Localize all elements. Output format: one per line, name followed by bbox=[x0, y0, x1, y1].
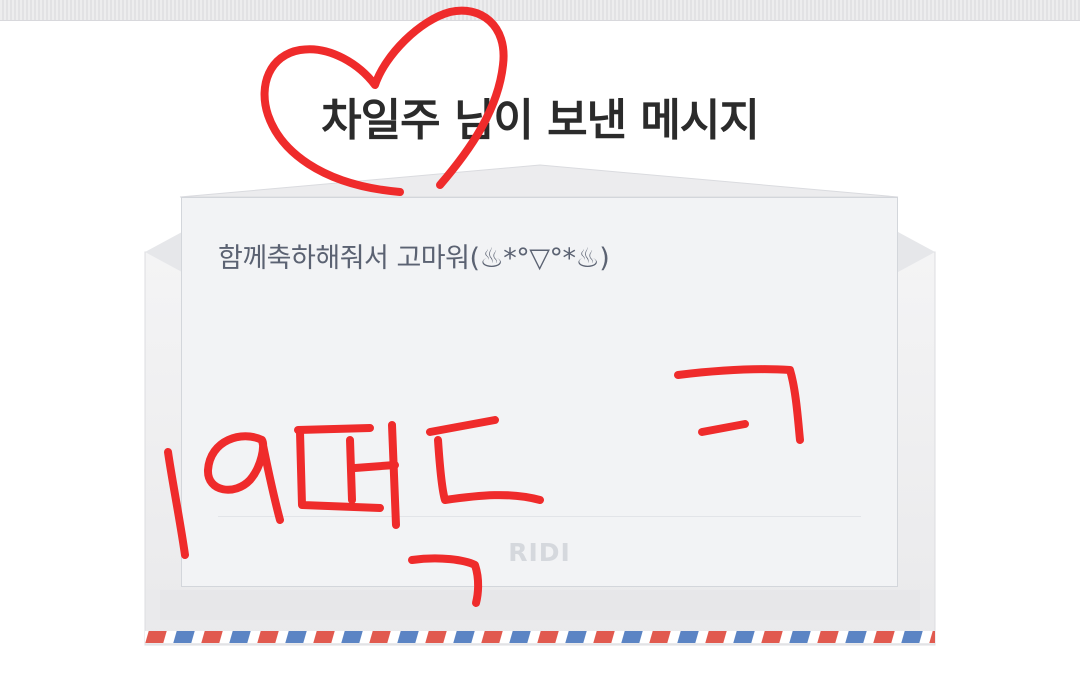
airmail-border bbox=[145, 631, 935, 643]
letter-card: 함께축하해줘서 고마워(♨*°▽°*♨) RIDI bbox=[181, 197, 898, 587]
page-title: 차일주 님이 보낸 메시지 bbox=[321, 95, 760, 146]
letter-divider bbox=[218, 516, 861, 517]
ridi-logo: RIDI bbox=[508, 538, 571, 567]
letter-message: 함께축하해줘서 고마워(♨*°▽°*♨) bbox=[218, 243, 610, 274]
envelope-top-flap bbox=[179, 164, 899, 198]
